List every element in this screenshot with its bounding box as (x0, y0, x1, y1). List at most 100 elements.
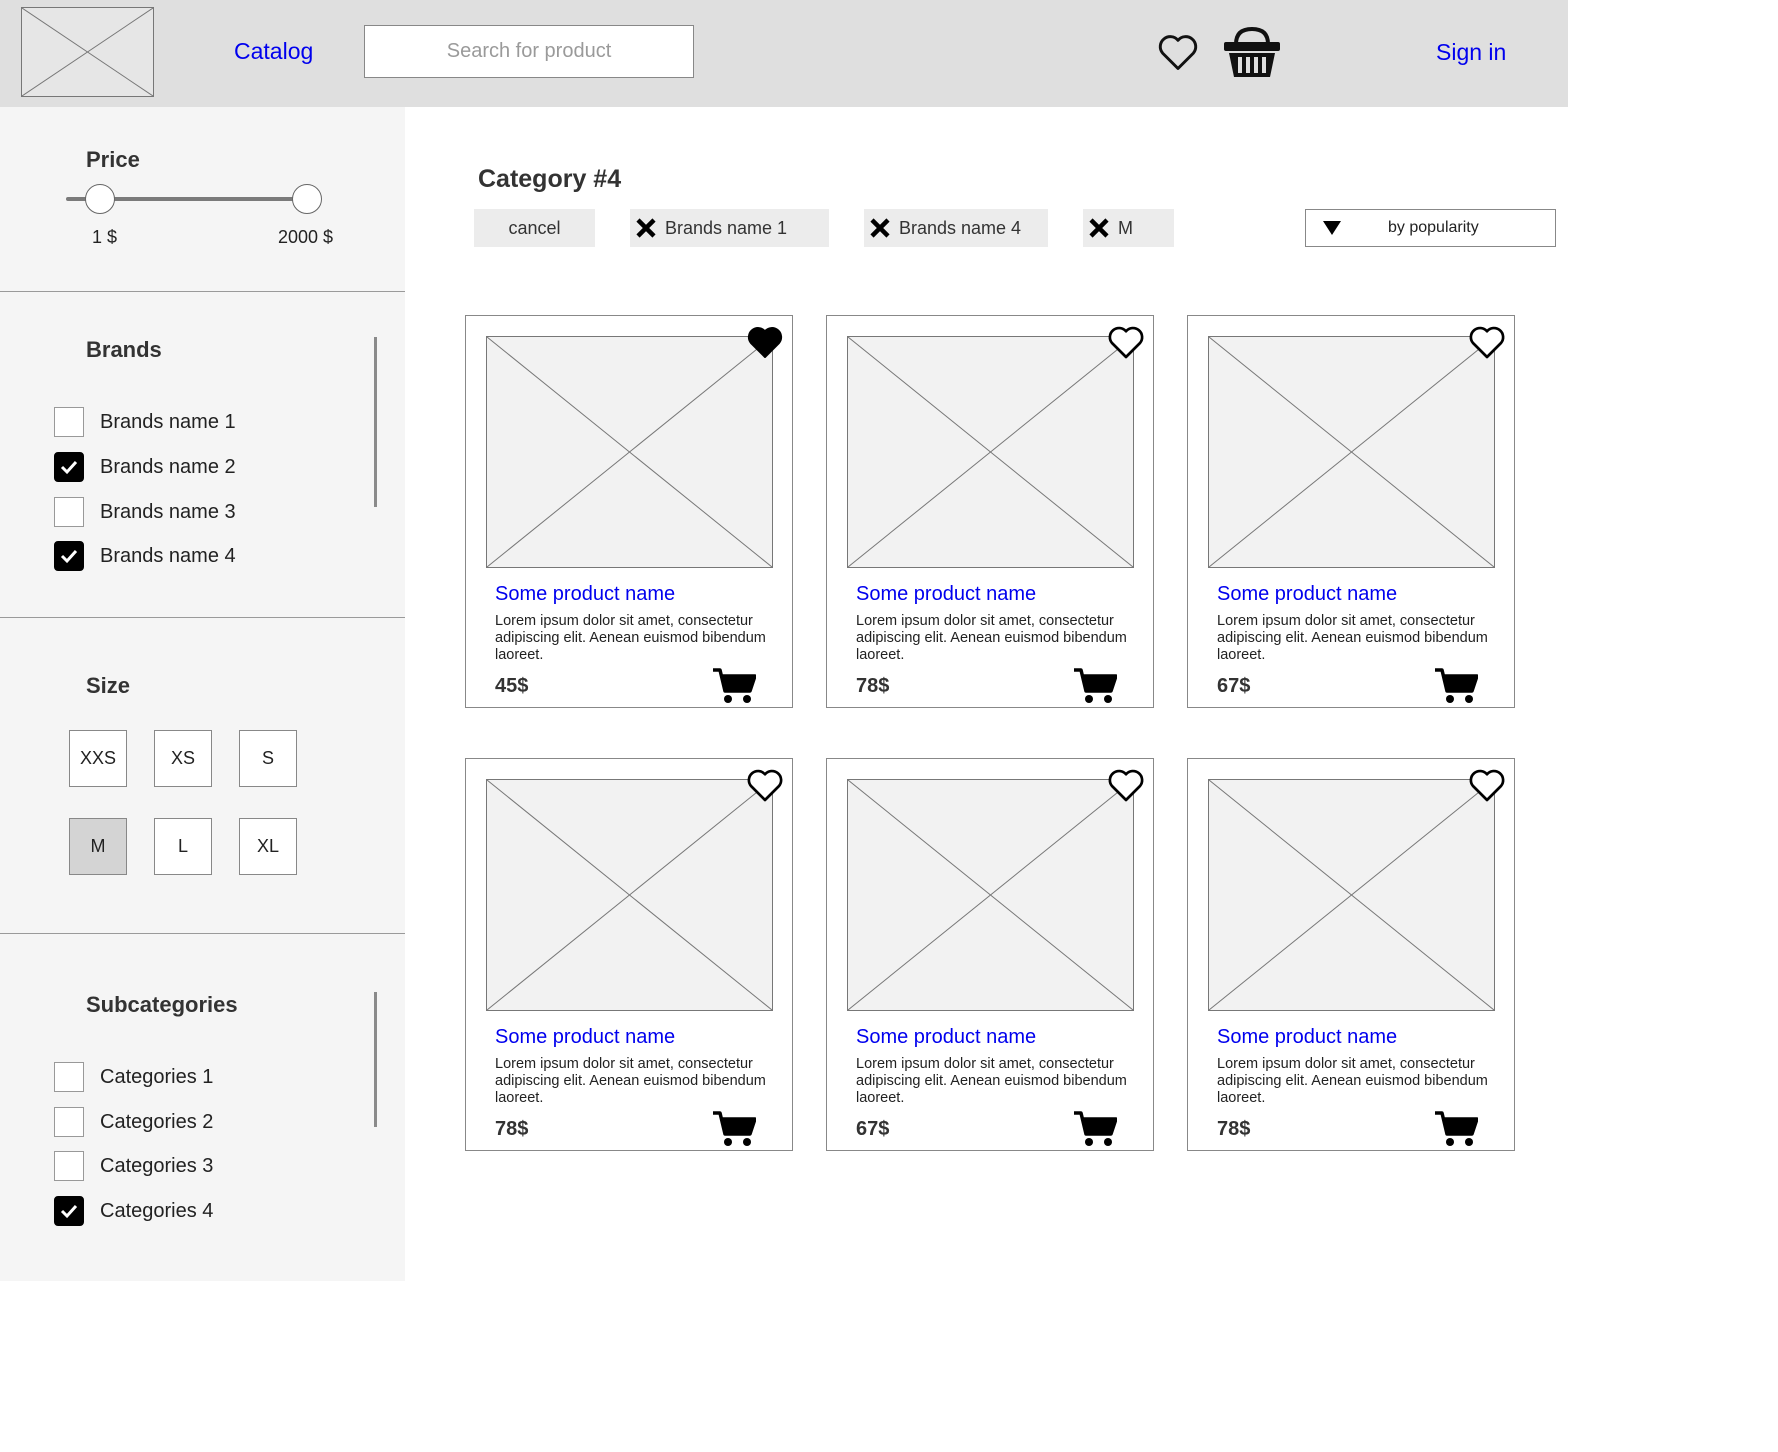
product-name-link[interactable]: Some product name (495, 1026, 675, 1049)
divider (0, 933, 405, 934)
size-option-m[interactable]: M (69, 818, 127, 875)
heart-filled-icon[interactable] (744, 322, 786, 362)
subcategory-filter-item[interactable]: Categories 4 (54, 1196, 213, 1226)
close-icon[interactable] (635, 217, 657, 239)
checkbox-checked[interactable] (54, 1196, 84, 1226)
image-placeholder-icon (1209, 337, 1494, 567)
page-title: Category #4 (478, 165, 622, 193)
brand-filter-item[interactable]: Brands name 2 (54, 452, 236, 482)
product-card[interactable]: Some product name Lorem ipsum dolor sit … (465, 315, 793, 708)
image-placeholder-icon (487, 780, 772, 1010)
product-price: 67$ (856, 1118, 890, 1140)
subcategory-label: Categories 4 (100, 1199, 214, 1222)
heart-icon[interactable] (1466, 322, 1508, 362)
checkbox[interactable] (54, 1062, 84, 1092)
cancel-filters-button[interactable]: cancel (474, 209, 595, 247)
checkbox-checked[interactable] (54, 452, 84, 482)
cart-icon[interactable] (1434, 1110, 1478, 1148)
heart-icon[interactable] (1105, 765, 1147, 805)
basket-icon[interactable] (1222, 24, 1282, 80)
product-price: 45$ (495, 675, 529, 697)
product-image[interactable] (847, 336, 1134, 568)
cart-icon[interactable] (712, 667, 756, 705)
product-card[interactable]: Some product name Lorem ipsum dolor sit … (1187, 315, 1515, 708)
top-header: Catalog Sign in (0, 0, 1568, 107)
active-filter-chip[interactable]: M (1083, 209, 1174, 247)
product-name-link[interactable]: Some product name (1217, 1026, 1397, 1049)
product-card[interactable]: Some product name Lorem ipsum dolor sit … (465, 758, 793, 1151)
logo-placeholder[interactable] (21, 7, 154, 97)
product-card[interactable]: Some product name Lorem ipsum dolor sit … (826, 758, 1154, 1151)
cart-icon[interactable] (1073, 667, 1117, 705)
sort-value: by popularity (1388, 219, 1479, 236)
product-name-link[interactable]: Some product name (856, 1026, 1036, 1049)
close-icon[interactable] (869, 217, 891, 239)
heart-icon[interactable] (1156, 30, 1200, 74)
sort-dropdown[interactable]: by popularity (1305, 209, 1556, 247)
size-option-xxs[interactable]: XXS (69, 730, 127, 787)
product-image[interactable] (847, 779, 1134, 1011)
image-placeholder-icon (22, 8, 153, 96)
checkbox[interactable] (54, 497, 84, 527)
product-description: Lorem ipsum dolor sit amet, consectetur … (856, 1056, 1127, 1106)
size-option-xl[interactable]: XL (239, 818, 297, 875)
product-name-link[interactable]: Some product name (495, 583, 675, 606)
product-card[interactable]: Some product name Lorem ipsum dolor sit … (826, 315, 1154, 708)
checkbox[interactable] (54, 1151, 84, 1181)
product-price: 78$ (1217, 1118, 1251, 1140)
checkmark-icon (60, 549, 78, 564)
active-filter-chip[interactable]: Brands name 4 (864, 209, 1048, 247)
divider (0, 291, 405, 292)
cart-icon[interactable] (1073, 1110, 1117, 1148)
heart-icon[interactable] (744, 765, 786, 805)
price-slider-max-handle[interactable] (292, 184, 322, 214)
search-input[interactable] (364, 25, 694, 78)
brand-filter-item[interactable]: Brands name 1 (54, 407, 236, 437)
product-price: 67$ (1217, 675, 1251, 697)
catalog-link[interactable]: Catalog (234, 38, 313, 65)
product-image[interactable] (486, 779, 773, 1011)
active-filter-chip[interactable]: Brands name 1 (630, 209, 829, 247)
product-image[interactable] (486, 336, 773, 568)
subcategory-filter-item[interactable]: Categories 2 (54, 1107, 213, 1137)
product-image[interactable] (1208, 779, 1495, 1011)
subcategories-scrollbar[interactable] (374, 992, 377, 1127)
size-option-xs[interactable]: XS (154, 730, 212, 787)
checkbox[interactable] (54, 1107, 84, 1137)
product-card[interactable]: Some product name Lorem ipsum dolor sit … (1187, 758, 1515, 1151)
filter-chip-label: Brands name 1 (665, 217, 788, 238)
price-title: Price (86, 147, 140, 172)
checkbox[interactable] (54, 407, 84, 437)
product-description: Lorem ipsum dolor sit amet, consectetur … (495, 613, 766, 663)
heart-icon[interactable] (1105, 322, 1147, 362)
cart-icon[interactable] (712, 1110, 756, 1148)
subcategory-label: Categories 1 (100, 1065, 214, 1088)
checkbox-checked[interactable] (54, 541, 84, 571)
subcategory-filter-item[interactable]: Categories 1 (54, 1062, 213, 1092)
filter-chip-label: M (1118, 217, 1133, 238)
product-description: Lorem ipsum dolor sit amet, consectetur … (1217, 1056, 1488, 1106)
size-option-l[interactable]: L (154, 818, 212, 875)
brand-filter-item[interactable]: Brands name 3 (54, 497, 236, 527)
subcategories-title: Subcategories (86, 992, 238, 1017)
price-slider-min-handle[interactable] (85, 184, 115, 214)
brand-filter-item[interactable]: Brands name 4 (54, 541, 236, 571)
product-image[interactable] (1208, 336, 1495, 568)
product-description: Lorem ipsum dolor sit amet, consectetur … (856, 613, 1127, 663)
price-max-label: 2000 $ (278, 227, 334, 247)
brands-scrollbar[interactable] (374, 337, 377, 507)
image-placeholder-icon (848, 337, 1133, 567)
image-placeholder-icon (848, 780, 1133, 1010)
dropdown-triangle-icon (1323, 221, 1341, 235)
heart-icon[interactable] (1466, 765, 1508, 805)
size-title: Size (86, 673, 131, 698)
sign-in-link[interactable]: Sign in (1436, 39, 1506, 66)
product-price: 78$ (495, 1118, 529, 1140)
size-option-s[interactable]: S (239, 730, 297, 787)
brand-label: Brands name 4 (100, 544, 236, 567)
product-name-link[interactable]: Some product name (856, 583, 1036, 606)
close-icon[interactable] (1088, 217, 1110, 239)
cart-icon[interactable] (1434, 667, 1478, 705)
subcategory-filter-item[interactable]: Categories 3 (54, 1151, 213, 1181)
product-name-link[interactable]: Some product name (1217, 583, 1397, 606)
